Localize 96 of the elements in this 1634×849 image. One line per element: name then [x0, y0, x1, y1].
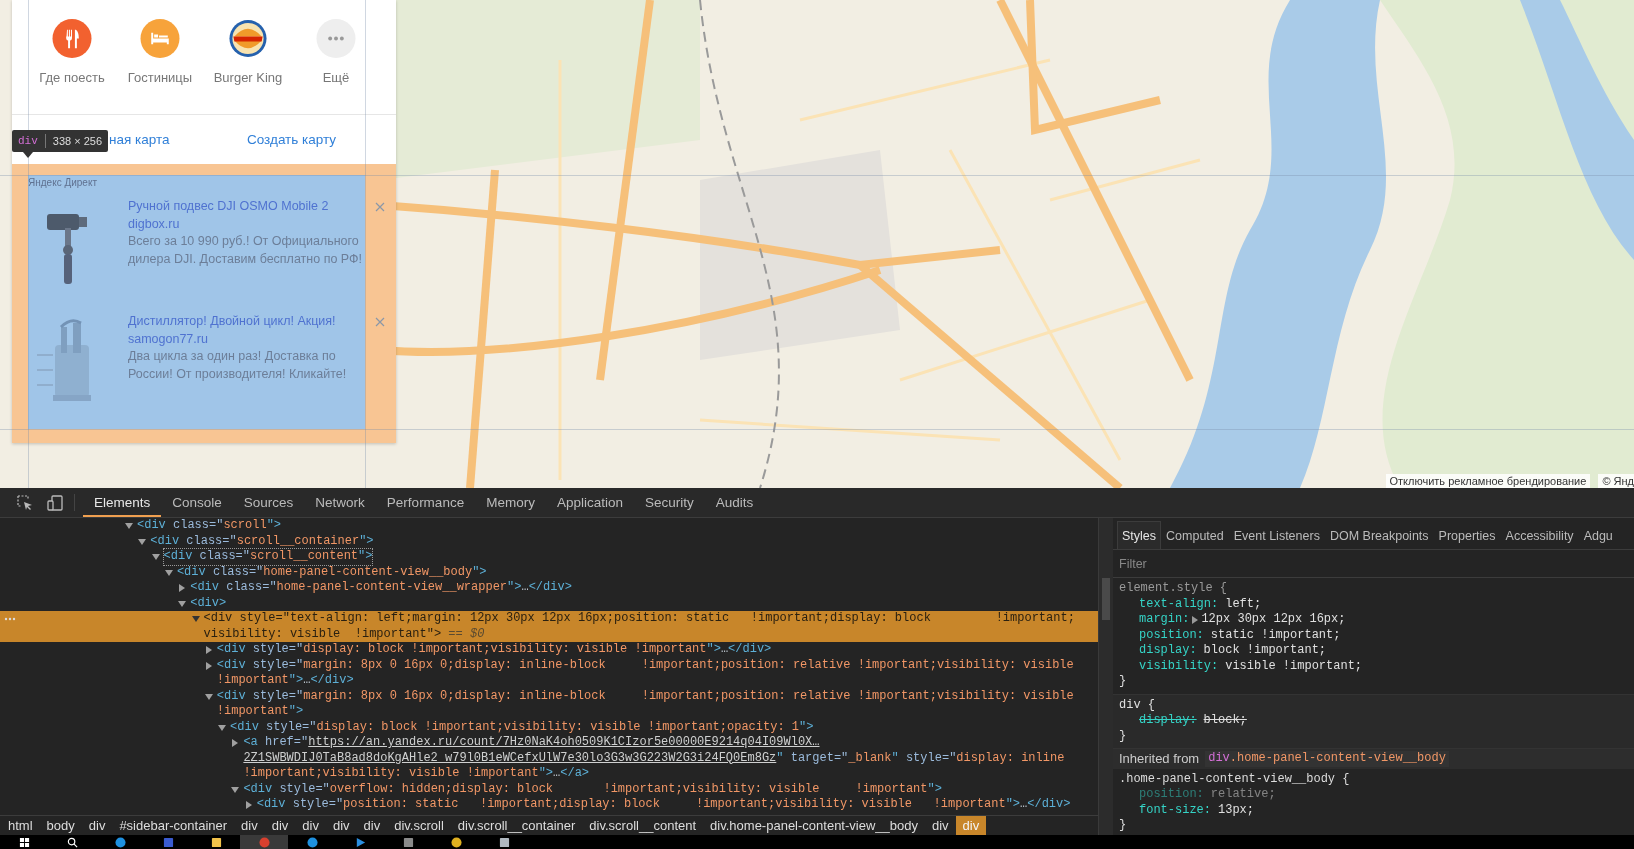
sidebar-tab[interactable]: Styles	[1117, 521, 1162, 549]
node-markup: <div style="margin: 8px 0 16px 0;display: inline-block !important;position: relative !important;visibility: visible !important">…</div>	[216, 657, 1074, 689]
breadcrumb-item[interactable]: div.scroll__container	[450, 816, 583, 835]
node-markup: <div style="margin: 8px 0 16px 0;display: inline-block !important;position: relative !important;visibility: visible !important">	[216, 688, 1074, 720]
dom-node[interactable]: <div style="overflow: hidden;display: block !important;visibility: visible !important">	[0, 781, 1098, 797]
dom-node[interactable]: <div style="text-align: left;margin: 12px 30px 12px 16px;position: static !important;display: block !important; visibility: visible !important"> == $0	[0, 611, 1098, 642]
expand-arrow-icon[interactable]	[231, 739, 240, 747]
dom-node[interactable]: <div style="margin: 8px 0 16px 0;display: inline-block !important;position: relative !important;visibility: visible !important">	[0, 688, 1098, 720]
css-declaration[interactable]: display: block;	[1119, 713, 1628, 729]
dom-node[interactable]: <div class="scroll">	[0, 518, 1098, 534]
breadcrumb-item[interactable]: html	[1, 816, 40, 835]
dom-node[interactable]: <div style="display: block !important;visibility: visible !important;opacity: 1">	[0, 719, 1098, 735]
windows-icon	[18, 837, 30, 848]
devtools-tab[interactable]: Memory	[475, 488, 546, 517]
css-declaration[interactable]: position: relative;	[1119, 787, 1628, 803]
collapse-arrow-icon[interactable]	[151, 553, 160, 561]
scrollbar-thumb[interactable]	[1102, 578, 1110, 620]
css-declaration[interactable]: position: static !important;	[1119, 627, 1628, 643]
breadcrumb-item[interactable]: div	[924, 816, 956, 835]
devtools-tab[interactable]: Audits	[704, 488, 765, 517]
devtools-tab[interactable]: Sources	[232, 488, 305, 517]
dom-node[interactable]: <div>	[0, 595, 1098, 611]
collapse-arrow-icon[interactable]	[231, 785, 240, 794]
rule-end: }	[1119, 674, 1128, 690]
breadcrumb-item[interactable]: div	[264, 816, 296, 835]
node-markup: <div style="position: static !important;display: block !important;visibility: visible !important">…</div>	[256, 797, 1071, 813]
inherited-element-link[interactable]: div.home-panel-content-view__body	[1205, 751, 1449, 767]
node-markup: <div class="scroll">	[137, 518, 282, 534]
app-icon	[306, 837, 318, 848]
css-declaration[interactable]: display: block !important;	[1119, 643, 1628, 659]
device-toolbar-icon[interactable]	[47, 494, 63, 511]
dom-node[interactable]: <div style="margin: 8px 0 16px 0;display: inline-block !important;position: relative !important;visibility: visible !important">…</div>	[0, 657, 1098, 689]
collapse-arrow-icon[interactable]	[125, 522, 133, 530]
breadcrumb-item[interactable]: div	[295, 816, 326, 835]
collapse-arrow-icon[interactable]	[191, 615, 200, 623]
expand-arrow-icon[interactable]	[244, 801, 253, 809]
dom-node[interactable]: <div class="home-panel-content-view__wrapper">…</div>	[0, 580, 1098, 596]
collapse-arrow-icon[interactable]	[164, 568, 173, 577]
expand-arrow-icon[interactable]	[1191, 615, 1200, 624]
app-icon	[114, 837, 126, 848]
node-markup: <div style="text-align: left;margin: 12px 30px 12px 16px;position: static !important;display: block !important; visibility: visible !important"> == $0	[203, 611, 1075, 642]
expand-arrow-icon[interactable]	[178, 584, 187, 592]
node-markup: <div class="scroll__container">	[150, 533, 374, 549]
collapse-arrow-icon[interactable]	[218, 723, 227, 732]
collapse-arrow-icon[interactable]	[178, 599, 187, 608]
node-markup: <a href="https://an.yandex.ru/count/7Hz0NaK4oh0509K1CIzor5e00000E9214q04I09Wl0X… 2Z1SWBWDIJ0TaB8ad8doKgAHle2_w79l0B1eWCefxUlW7e30lo3G3w3G223W2G3i24FQ0Em8Gz" target="_blank" style="display: inline !important;visibility: visible !important">…</a>	[243, 735, 1065, 782]
breadcrumb-item[interactable]: div.scroll__content	[582, 816, 704, 835]
devtools-tab[interactable]: Network	[304, 488, 376, 517]
devtools-tab[interactable]: Security	[633, 488, 705, 517]
node-markup: <div class="scroll__content">	[163, 549, 373, 565]
breadcrumb-item[interactable]: body	[39, 816, 82, 835]
devtools-tab[interactable]: Elements	[83, 488, 162, 517]
node-markup: <div class="home-panel-content-view__wrapper">…</div>	[190, 580, 572, 596]
rule-end: }	[1119, 818, 1128, 834]
node-markup: <div style="display: block !important;visibility: visible !important">…</div>	[216, 642, 772, 658]
rule-end: }	[1119, 728, 1128, 744]
sidebar-tab[interactable]: DOM Breakpoints	[1324, 521, 1434, 549]
dom-node[interactable]: <div class="home-panel-content-view__body">	[0, 564, 1098, 580]
search-icon	[66, 837, 78, 848]
node-markup: <div style="overflow: hidden;display: block !important;visibility: visible !important">	[243, 781, 942, 797]
devtools-tab[interactable]: Console	[161, 488, 233, 517]
devtools-tab[interactable]: Performance	[375, 488, 476, 517]
sidebar-tab[interactable]: Properties	[1433, 521, 1501, 549]
dom-node[interactable]: <div class="scroll__content">	[0, 549, 1098, 565]
inspect-cursor-icon[interactable]	[17, 494, 33, 511]
breadcrumb-item[interactable]: div	[356, 816, 388, 835]
sidebar-tab[interactable]: Computed	[1161, 521, 1229, 549]
inherited-label: Inherited from	[1119, 751, 1200, 767]
expand-arrow-icon[interactable]	[204, 646, 213, 654]
node-markup: <div class="home-panel-content-view__body">	[176, 564, 487, 580]
devtools-tab[interactable]: Application	[545, 488, 634, 517]
dom-node[interactable]: <div class="scroll__container">	[0, 533, 1098, 549]
breadcrumb-item[interactable]: #sidebar-container	[112, 816, 235, 835]
css-declaration[interactable]: margin: 12px 30px 12px 16px;	[1119, 612, 1628, 628]
node-markup: <div style="display: block !important;visibility: visible !important;opacity: 1">	[230, 719, 814, 735]
node-markup: <div>	[190, 595, 227, 611]
sidebar-tab[interactable]: Accessibility	[1500, 521, 1579, 549]
breadcrumb-item[interactable]: div.scroll	[387, 816, 451, 835]
breadcrumb-item[interactable]: div	[81, 816, 113, 835]
css-declaration[interactable]: font-size: 13px;	[1119, 802, 1628, 818]
collapse-arrow-icon[interactable]	[204, 692, 213, 701]
play-icon	[354, 837, 366, 848]
rule-selector: .home-panel-content-view__body {	[1119, 771, 1351, 787]
expand-arrow-icon[interactable]	[204, 661, 213, 670]
css-declaration[interactable]: text-align: left;	[1119, 596, 1628, 612]
breadcrumb-item[interactable]: div	[234, 816, 265, 835]
collapse-arrow-icon[interactable]	[138, 537, 147, 546]
sidebar-tab[interactable]: Event Listeners	[1228, 521, 1325, 549]
dom-node[interactable]: <div style="display: block !important;visibility: visible !important">…</div>	[0, 642, 1098, 658]
dom-node[interactable]: <div style="position: static !important;display: block !important;visibility: visible !important">…</div>	[0, 797, 1098, 813]
breadcrumb-item[interactable]: div.home-panel-content-view__body	[703, 816, 925, 835]
sidebar-tab[interactable]: Adgu	[1578, 521, 1618, 549]
rule-selector: div {	[1119, 697, 1156, 713]
breadcrumb-item[interactable]: div	[325, 816, 357, 835]
rule-selector: element.style {	[1119, 581, 1229, 597]
css-declaration[interactable]: visibility: visible !important;	[1119, 658, 1628, 674]
